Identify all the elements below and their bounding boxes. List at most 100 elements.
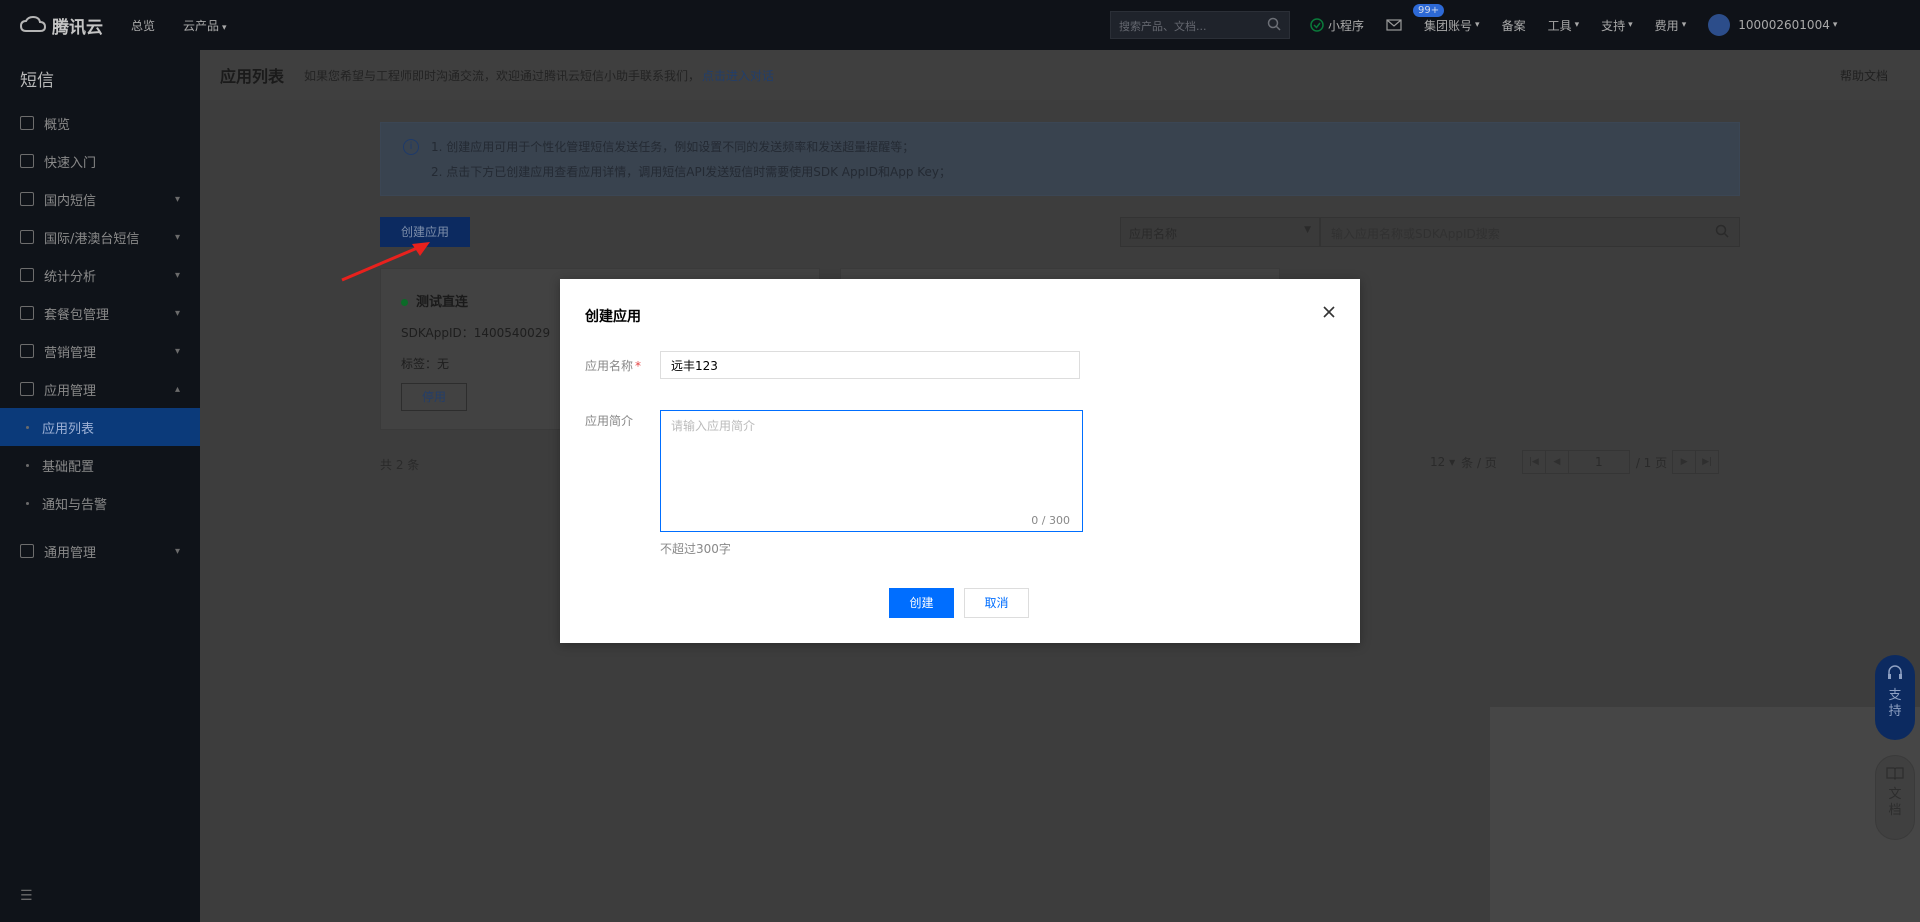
disable-button[interactable]: 停用	[401, 383, 467, 411]
chevron-down-icon: ▼	[1304, 225, 1311, 235]
app-desc-label: 应用简介	[585, 414, 634, 428]
sidebar-item-label: 快速入门	[44, 155, 97, 171]
tencent-cloud-logo[interactable]: 腾讯云	[20, 13, 103, 38]
top-nav: 腾讯云 总览 云产品 ▾ 搜索产品、文档... 小程序 集团账号 ▾ 备案 工具 ▾ …	[0, 0, 1920, 50]
filing-label: 备案	[1501, 18, 1526, 33]
filter-select[interactable]: 应用名称 ▼	[1120, 217, 1320, 247]
tools-label: 工具	[1547, 18, 1572, 33]
sidebar-item-general[interactable]: 通用管理 ▾	[0, 532, 200, 570]
search-icon[interactable]	[1267, 17, 1281, 31]
desc-hint: 不超过300字	[660, 542, 731, 556]
sidebar-item-label: 营销管理	[44, 345, 97, 361]
pagination: 12 ▾ 条 / 页 |◀ ◀ 1 / 1 页 ▶ ▶|	[1430, 450, 1720, 474]
globe-icon	[20, 230, 34, 244]
create-button[interactable]: 创建	[889, 588, 954, 618]
chevron-down-icon: ▾	[174, 307, 180, 319]
nav-mail[interactable]	[1386, 19, 1402, 31]
search-icon[interactable]	[1715, 224, 1729, 238]
user-icon	[20, 344, 34, 358]
cancel-button[interactable]: 取消	[964, 588, 1029, 618]
page-size-select[interactable]: 12 ▾	[1430, 455, 1455, 469]
chevron-down-icon: ▾	[222, 22, 227, 33]
chevron-down-icon: ▾	[1628, 20, 1633, 30]
char-counter: 0 / 300	[1031, 514, 1070, 527]
mini-program-icon	[1310, 18, 1324, 32]
chat-link[interactable]: 点击进入对话	[702, 67, 774, 84]
notice-line: 1. 创建应用可用于个性化管理短信发送任务，例如设置不同的发送频率和发送超量提醒…	[431, 140, 915, 154]
sidebar-subitem-app-list[interactable]: 应用列表	[0, 408, 200, 446]
page-title: 应用列表	[220, 67, 285, 86]
sidebar-subitem-alerts[interactable]: 通知与告警	[0, 484, 200, 522]
nav-products[interactable]: 云产品 ▾	[183, 17, 227, 34]
sidebar-item-statistics[interactable]: 统计分析 ▾	[0, 256, 200, 294]
dialog-title: 创建应用	[585, 309, 641, 325]
first-page-icon[interactable]: |◀	[1521, 450, 1546, 474]
prev-page-icon[interactable]: ◀	[1544, 450, 1569, 474]
bullet-icon	[26, 501, 29, 505]
sidebar-item-label: 概览	[44, 117, 71, 133]
bullet-icon	[26, 463, 29, 467]
sidebar-item-overview[interactable]: 概览	[0, 104, 200, 142]
overlay-panel	[1490, 707, 1920, 922]
sidebar-item-label: 通用管理	[44, 545, 97, 561]
sidebar-item-quickstart[interactable]: 快速入门	[0, 142, 200, 180]
page-size-value: 12	[1430, 455, 1446, 469]
help-doc-link[interactable]: 帮助文档	[1840, 67, 1888, 84]
account-id: 100002601004	[1738, 18, 1830, 32]
nav-group-account[interactable]: 集团账号 ▾	[1424, 17, 1480, 34]
app-name-input[interactable]	[660, 351, 1080, 379]
sidebar-item-domestic-sms[interactable]: 国内短信 ▾	[0, 180, 200, 218]
sidebar-subitem-basic-config[interactable]: 基础配置	[0, 446, 200, 484]
float-support-label: 支持	[1888, 688, 1902, 719]
sidebar-item-app-management[interactable]: 应用管理 ▴	[0, 370, 200, 408]
chevron-down-icon: ▾	[174, 269, 180, 281]
nav-account[interactable]: 100002601004 ▾	[1708, 14, 1837, 36]
app-search-input[interactable]: 输入应用名称或SDKAppID搜索	[1320, 217, 1740, 247]
sidebar-item-packages[interactable]: 套餐包管理 ▾	[0, 294, 200, 332]
bullet-icon	[26, 425, 29, 429]
sidebar-title: 短信	[20, 71, 54, 91]
nav-mini-program[interactable]: 小程序	[1310, 17, 1364, 34]
headset-icon	[1888, 665, 1902, 679]
app-card-tag: 标签：无	[401, 357, 450, 371]
grid-icon	[20, 116, 34, 130]
package-icon	[20, 306, 34, 320]
mail-icon	[1386, 19, 1402, 31]
page-header: 应用列表 如果您希望与工程师即时沟通交流，欢迎通过腾讯云短信小助手联系我们， 点…	[200, 50, 1920, 100]
chevron-down-icon: ▾	[1832, 20, 1838, 30]
cloud-logo-icon	[20, 16, 46, 32]
nav-billing[interactable]: 费用 ▾	[1655, 17, 1687, 34]
global-search-input[interactable]: 搜索产品、文档...	[1110, 11, 1290, 39]
nav-filing[interactable]: 备案	[1502, 17, 1526, 34]
sidebar-item-label: 套餐包管理	[44, 307, 110, 323]
support-label: 支持	[1601, 18, 1626, 33]
sidebar-subitem-label: 应用列表	[42, 421, 95, 437]
sidebar-item-label: 国际/港澳台短信	[44, 231, 140, 247]
required-mark: *	[635, 359, 642, 373]
nav-tools[interactable]: 工具 ▾	[1548, 17, 1580, 34]
sidebar-item-marketing[interactable]: 营销管理 ▾	[0, 332, 200, 370]
book-icon	[20, 154, 34, 168]
total-count: 共 2 条	[380, 458, 420, 472]
collapse-sidebar-icon[interactable]: ☰	[20, 888, 33, 904]
sidebar-item-intl-sms[interactable]: 国际/港澳台短信 ▾	[0, 218, 200, 256]
app-name-label-text: 应用名称	[585, 359, 634, 373]
app-desc-field: 0 / 300	[660, 410, 1083, 532]
close-icon[interactable]	[1320, 303, 1338, 321]
app-search-placeholder: 输入应用名称或SDKAppID搜索	[1331, 227, 1500, 241]
app-desc-textarea[interactable]	[661, 411, 1082, 531]
next-page-icon[interactable]: ▶	[1672, 450, 1697, 474]
app-name-label: 应用名称 *	[585, 357, 641, 374]
float-support-button[interactable]: 支持	[1875, 655, 1915, 740]
float-doc-button[interactable]: 文档	[1875, 755, 1915, 840]
last-page-icon[interactable]: ▶|	[1695, 450, 1720, 474]
page-number-input[interactable]: 1	[1567, 450, 1630, 474]
chevron-down-icon: ▾	[1574, 20, 1580, 30]
mail-badge: 99+	[1413, 4, 1445, 17]
sidebar-subitem-label: 通知与告警	[42, 497, 108, 513]
nav-support[interactable]: 支持 ▾	[1601, 17, 1633, 34]
header-message: 如果您希望与工程师即时沟通交流，欢迎通过腾讯云短信小助手联系我们，	[304, 68, 701, 83]
chevron-down-icon: ▾	[1681, 20, 1687, 30]
info-icon: i	[403, 139, 419, 155]
nav-overview[interactable]: 总览	[131, 17, 155, 34]
